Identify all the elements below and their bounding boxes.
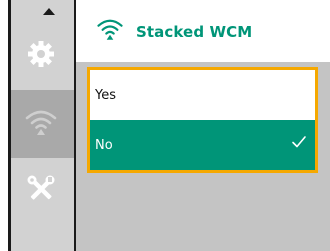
option-no[interactable]: No — [90, 120, 315, 170]
header: Stacked WCM — [76, 0, 330, 62]
tools-icon — [26, 174, 56, 208]
option-yes[interactable]: Yes — [90, 70, 315, 120]
gear-icon — [26, 39, 56, 73]
checkmark-icon — [291, 134, 307, 154]
sidebar-left-border — [8, 0, 11, 251]
wireless-icon — [96, 15, 124, 47]
arrow-up-icon — [43, 8, 55, 15]
sidebar-scroll-up[interactable] — [8, 0, 74, 22]
sidebar-item-wireless[interactable] — [8, 90, 74, 158]
option-label: Yes — [95, 87, 116, 103]
sidebar-edge — [0, 0, 8, 251]
sidebar-item-tools[interactable] — [8, 158, 74, 251]
sidebar-item-settings[interactable] — [8, 22, 74, 90]
option-list: Yes No — [87, 67, 318, 173]
page-title: Stacked WCM — [136, 23, 253, 41]
wireless-icon — [24, 107, 58, 141]
option-label: No — [95, 137, 113, 153]
